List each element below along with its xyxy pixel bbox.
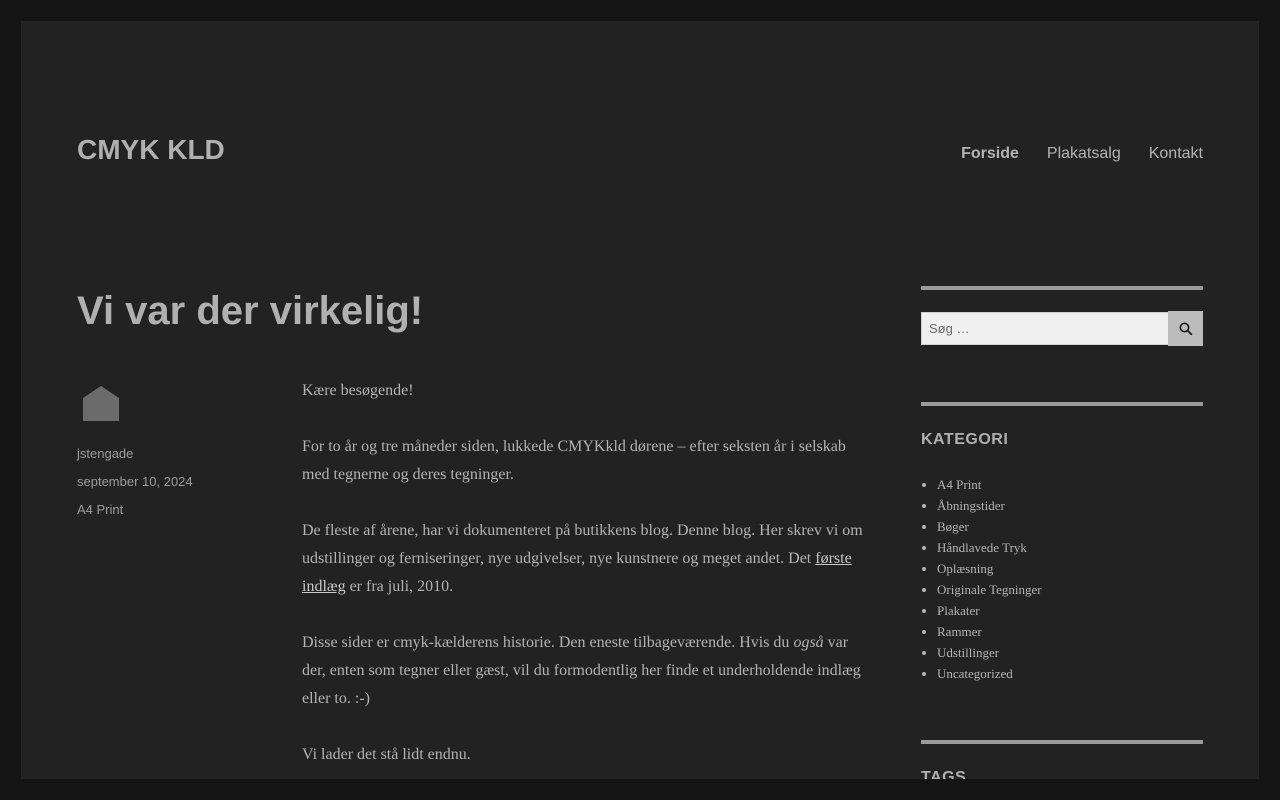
list-item: Åbningstider [937,495,1203,516]
sidebar: KATEGORI A4 Print Åbningstider Bøger Hån… [921,286,1203,779]
search-button[interactable] [1168,311,1203,346]
nav-item-kontakt[interactable]: Kontakt [1149,142,1203,166]
list-item: Uncategorized [937,663,1203,684]
paragraph-closing-history: For to år og tre måneder siden, lukkede … [302,438,846,483]
list-item: Plakater [937,600,1203,621]
category-link[interactable]: Uncategorized [937,666,1013,681]
category-link[interactable]: Oplæsning [937,561,993,576]
category-link[interactable]: Udstillinger [937,645,999,660]
category-link[interactable]: Plakater [937,603,980,618]
search-form [921,311,1203,346]
paragraph-final: Vi lader det stå lidt endnu. [302,746,471,763]
category-link[interactable]: Håndlavede Tryk [937,540,1027,555]
nav-item-forside[interactable]: Forside [961,142,1019,166]
widget-divider [921,740,1203,744]
category-link[interactable]: Bøger [937,519,969,534]
post-date-link[interactable]: september 10, 2024 [77,474,193,489]
category-widget: KATEGORI A4 Print Åbningstider Bøger Hån… [921,402,1203,684]
category-link[interactable]: Originale Tegninger [937,582,1042,597]
list-item: A4 Print [937,474,1203,495]
widget-divider [921,402,1203,406]
widget-divider [921,286,1203,290]
tags-widget: TAGS [921,740,1203,779]
category-widget-title: KATEGORI [921,431,1009,448]
post-author-link[interactable]: jstengade [77,446,133,461]
category-list: A4 Print Åbningstider Bøger Håndlavede T… [921,474,1203,684]
main-navigation: Forside Plakatsalg Kontakt [961,142,1203,166]
list-item: Originale Tegninger [937,579,1203,600]
category-link[interactable]: Rammer [937,624,982,639]
nav-item-plakatsalg[interactable]: Plakatsalg [1047,142,1121,166]
site-container: CMYK KLD Forside Plakatsalg Kontakt Vi v… [21,21,1259,779]
post-meta: jstengade september 10, 2024 A4 Print [77,383,257,528]
magnifier-icon [1179,322,1192,335]
list-item: Udstillinger [937,642,1203,663]
list-item: Rammer [937,621,1203,642]
post-category-link[interactable]: A4 Print [77,502,123,517]
list-item: Oplæsning [937,558,1203,579]
post-title: Vi var der virkelig! [77,289,424,333]
paragraph-blog-history: De fleste af årene, har vi dokumenteret … [302,522,863,595]
category-link[interactable]: A4 Print [937,477,981,492]
list-item: Bøger [937,516,1203,537]
paragraph-greeting: Kære besøgende! [302,382,414,399]
tags-widget-title: TAGS [921,769,967,779]
avatar-placeholder-icon [83,386,119,421]
paragraph-cellar-history: Disse sider er cmyk-kælderens historie. … [302,634,861,707]
post-content: Kære besøgende! For to år og tre måneder… [302,377,868,779]
category-link[interactable]: Åbningstider [937,498,1005,513]
list-item: Håndlavede Tryk [937,537,1203,558]
search-input[interactable] [921,312,1168,345]
site-title[interactable]: CMYK KLD [77,132,225,168]
